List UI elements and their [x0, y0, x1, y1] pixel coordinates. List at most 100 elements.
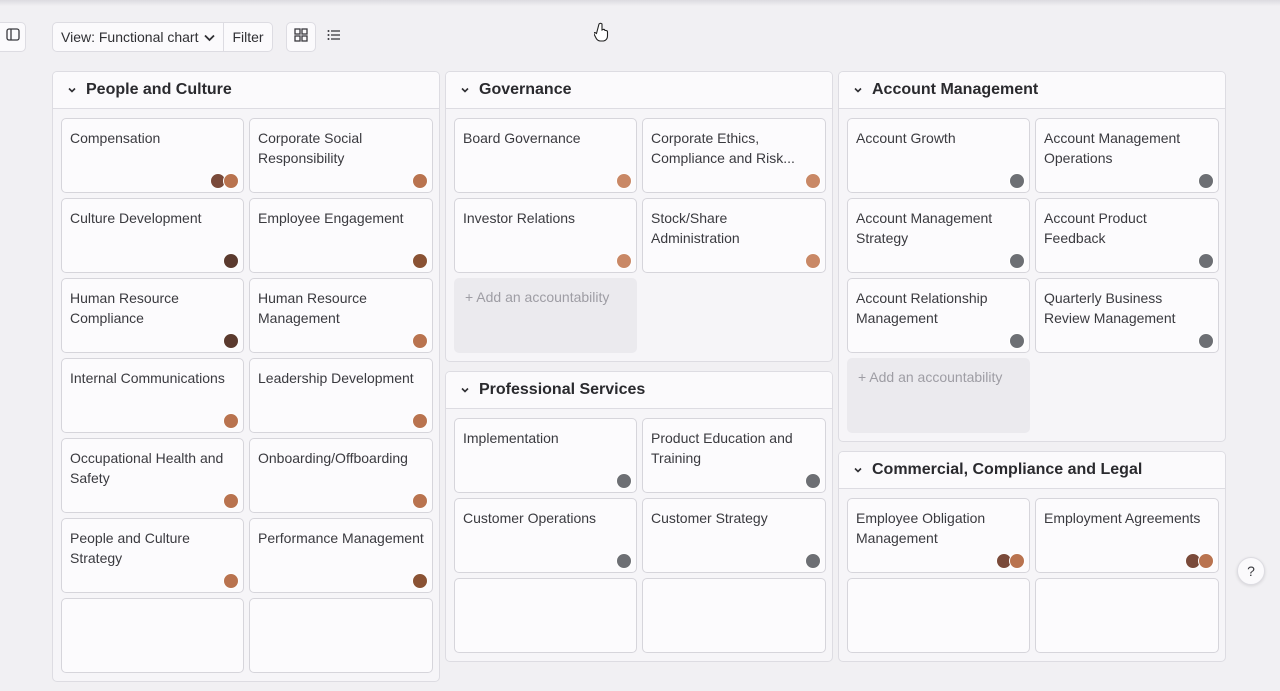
avatar[interactable] — [223, 253, 239, 269]
accountability-card[interactable]: Employment Agreements — [1035, 498, 1219, 573]
function-panel: People and Culture Compensation Corporate … — [52, 71, 440, 682]
accountability-grid: Account Growth Account Management Operati… — [839, 109, 1225, 441]
accountability-card[interactable]: Account Product Feedback — [1035, 198, 1219, 273]
avatar[interactable] — [805, 473, 821, 489]
grid-view-button[interactable] — [286, 22, 316, 52]
accountability-card[interactable]: Account Growth — [847, 118, 1030, 193]
accountability-label: Investor Relations — [463, 210, 576, 226]
assignee-avatars — [805, 173, 821, 189]
assignee-avatars — [1198, 173, 1214, 189]
panel-title: Account Management — [872, 81, 1039, 98]
avatar[interactable] — [223, 493, 239, 509]
panel-header[interactable]: Professional Services — [446, 372, 832, 409]
accountability-card[interactable]: Account Management Strategy — [847, 198, 1030, 273]
add-accountability-button[interactable]: + Add an accountability — [454, 278, 637, 353]
avatar[interactable] — [1198, 253, 1214, 269]
avatar[interactable] — [223, 173, 239, 189]
avatar[interactable] — [412, 333, 428, 349]
avatar[interactable] — [412, 573, 428, 589]
help-button[interactable]: ? — [1237, 557, 1265, 585]
assignee-avatars — [1185, 553, 1214, 569]
accountability-card[interactable]: Account Relationship Management — [847, 278, 1030, 353]
accountability-card[interactable]: Quarterly Business Review Management — [1035, 278, 1219, 353]
accountability-card[interactable]: Corporate Ethics, Compliance and Risk... — [642, 118, 826, 193]
assignee-avatars — [1198, 333, 1214, 349]
accountability-card[interactable]: Corporate Social Responsibility — [249, 118, 433, 193]
avatar[interactable] — [616, 473, 632, 489]
avatar[interactable] — [805, 553, 821, 569]
avatar[interactable] — [616, 553, 632, 569]
add-accountability-button[interactable]: + Add an accountability — [847, 358, 1030, 433]
panel-header[interactable]: People and Culture — [53, 72, 439, 109]
accountability-card[interactable]: Occupational Health and Safety — [61, 438, 244, 513]
accountability-card[interactable] — [454, 578, 637, 653]
accountability-card[interactable]: Customer Strategy — [642, 498, 826, 573]
accountability-card[interactable]: Compensation — [61, 118, 244, 193]
assignee-avatars — [412, 253, 428, 269]
avatar[interactable] — [805, 253, 821, 269]
panel-header[interactable]: Commercial, Compliance and Legal — [839, 452, 1225, 489]
avatar[interactable] — [1198, 553, 1214, 569]
avatar[interactable] — [223, 573, 239, 589]
avatar[interactable] — [1009, 253, 1025, 269]
accountability-label: Product Education and Training — [651, 430, 793, 466]
accountability-label: Employment Agreements — [1044, 510, 1201, 526]
accountability-label: Account Management Strategy — [856, 210, 993, 246]
accountability-card[interactable]: People and Culture Strategy — [61, 518, 244, 593]
accountability-card[interactable] — [1035, 578, 1219, 653]
collapse-chevron-icon[interactable] — [460, 385, 470, 395]
panel-header[interactable]: Account Management — [839, 72, 1225, 109]
accountability-card[interactable]: Customer Operations — [454, 498, 637, 573]
accountability-card[interactable]: Employee Engagement — [249, 198, 433, 273]
accountability-card[interactable]: Onboarding/Offboarding — [249, 438, 433, 513]
accountability-card[interactable]: Stock/Share Administration — [642, 198, 826, 273]
list-view-button[interactable] — [319, 22, 349, 52]
avatar[interactable] — [412, 173, 428, 189]
accountability-card[interactable] — [61, 598, 244, 673]
avatar[interactable] — [412, 493, 428, 509]
panel-header[interactable]: Governance — [446, 72, 832, 109]
sidebar-panel-icon — [5, 28, 20, 46]
accountability-card[interactable]: Culture Development — [61, 198, 244, 273]
accountability-card[interactable] — [249, 598, 433, 673]
accountability-card[interactable]: Internal Communications — [61, 358, 244, 433]
filter-button[interactable]: Filter — [223, 23, 271, 51]
accountability-card[interactable]: Investor Relations — [454, 198, 637, 273]
assignee-avatars — [412, 493, 428, 509]
accountability-label: Account Product Feedback — [1044, 210, 1147, 246]
collapse-chevron-icon[interactable] — [853, 85, 863, 95]
accountability-card[interactable]: Leadership Development — [249, 358, 433, 433]
avatar[interactable] — [223, 333, 239, 349]
view-selector-button[interactable]: View: Functional chart — [53, 23, 223, 51]
accountability-card[interactable] — [847, 578, 1030, 653]
accountability-card[interactable]: Human Resource Compliance — [61, 278, 244, 353]
accountability-card[interactable]: Product Education and Training — [642, 418, 826, 493]
avatar[interactable] — [1198, 333, 1214, 349]
avatar[interactable] — [616, 253, 632, 269]
accountability-card[interactable]: Implementation — [454, 418, 637, 493]
accountability-grid: Implementation Product Education and Trai… — [446, 409, 832, 661]
assignee-avatars — [412, 573, 428, 589]
sidebar-toggle-button[interactable] — [0, 22, 26, 52]
accountability-card[interactable]: Account Management Operations — [1035, 118, 1219, 193]
avatar[interactable] — [223, 413, 239, 429]
accountability-label: Stock/Share Administration — [651, 210, 740, 246]
accountability-card[interactable]: Employee Obligation Management — [847, 498, 1030, 573]
accountability-card[interactable]: Board Governance — [454, 118, 637, 193]
avatar[interactable] — [1009, 553, 1025, 569]
avatar[interactable] — [1009, 333, 1025, 349]
list-view-icon — [327, 28, 341, 46]
avatar[interactable] — [616, 173, 632, 189]
avatar[interactable] — [1009, 173, 1025, 189]
avatar[interactable] — [1198, 173, 1214, 189]
accountability-card[interactable]: Human Resource Management — [249, 278, 433, 353]
collapse-chevron-icon[interactable] — [67, 85, 77, 95]
avatar[interactable] — [412, 253, 428, 269]
collapse-chevron-icon[interactable] — [460, 85, 470, 95]
avatar[interactable] — [805, 173, 821, 189]
collapse-chevron-icon[interactable] — [853, 465, 863, 475]
accountability-card[interactable]: Performance Management — [249, 518, 433, 593]
accountability-card[interactable] — [642, 578, 826, 653]
avatar[interactable] — [412, 413, 428, 429]
accountability-label: Occupational Health and Safety — [70, 450, 224, 486]
